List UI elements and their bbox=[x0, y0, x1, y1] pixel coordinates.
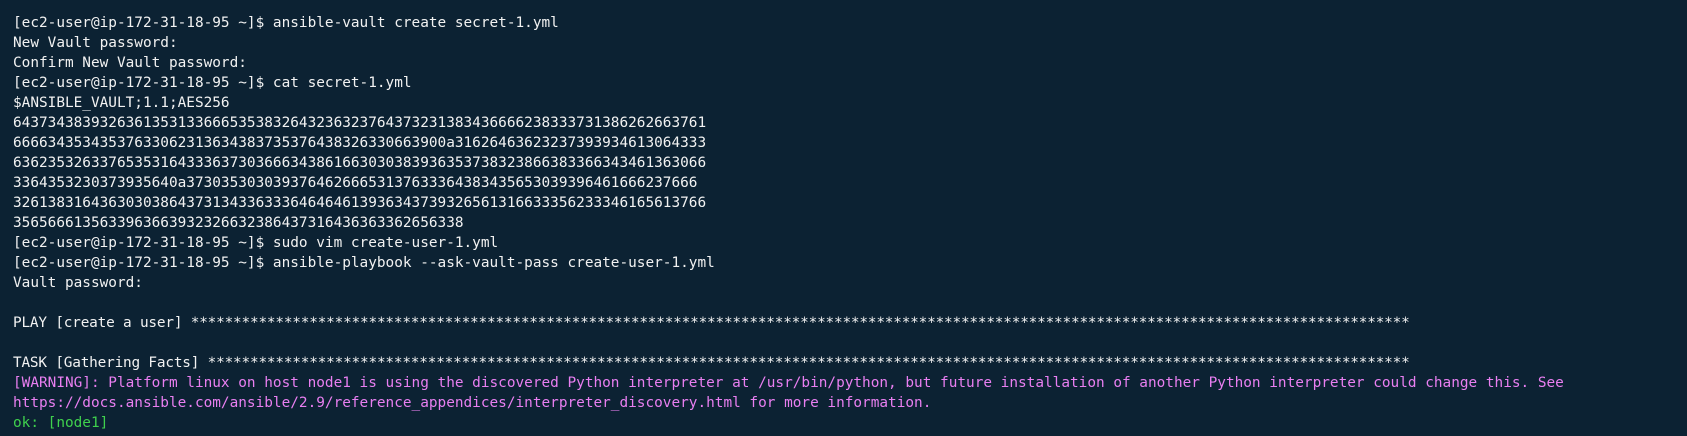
terminal-line-vault-data: 6666343534353763306231363438373537643832… bbox=[13, 135, 707, 151]
terminal-line-prompt: [ec2-user@ip-172-31-18-95 ~]$ sudo vim c… bbox=[13, 235, 499, 251]
terminal-line-output: New Vault password: bbox=[13, 35, 178, 51]
terminal-line-warning: https://docs.ansible.com/ansible/2.9/ref… bbox=[13, 395, 932, 411]
terminal-window[interactable]: [ec2-user@ip-172-31-18-95 ~]$ ansible-va… bbox=[0, 0, 1687, 436]
terminal-line-vault-data: 3565666135633963663932326632386437316436… bbox=[13, 215, 464, 231]
terminal-line-ok-status: ok: [node1] bbox=[13, 415, 109, 431]
terminal-line-warning: [WARNING]: Platform linux on host node1 … bbox=[13, 375, 1564, 391]
terminal-line-output: $ANSIBLE_VAULT;1.1;AES256 bbox=[13, 95, 230, 111]
terminal-line-prompt: [ec2-user@ip-172-31-18-95 ~]$ ansible-pl… bbox=[13, 255, 715, 271]
terminal-line-prompt: [ec2-user@ip-172-31-18-95 ~]$ ansible-va… bbox=[13, 15, 559, 31]
terminal-line-vault-data: 6437343839326361353133666535383264323632… bbox=[13, 115, 707, 131]
terminal-line-output: Confirm New Vault password: bbox=[13, 55, 247, 71]
terminal-line-vault-data: 3261383164363030386437313433633364646461… bbox=[13, 195, 707, 211]
terminal-line-prompt: [ec2-user@ip-172-31-18-95 ~]$ cat secret… bbox=[13, 75, 412, 91]
terminal-line-play-header: PLAY [create a user] *******************… bbox=[13, 315, 1410, 331]
terminal-line-output: Vault password: bbox=[13, 275, 143, 291]
terminal-line-vault-data: 6362353263376535316433363730366634386166… bbox=[13, 155, 707, 171]
terminal-line-vault-data: 3364353230373935640a37303530303937646266… bbox=[13, 175, 698, 191]
terminal-line-task-header: TASK [Gathering Facts] *****************… bbox=[13, 355, 1410, 371]
